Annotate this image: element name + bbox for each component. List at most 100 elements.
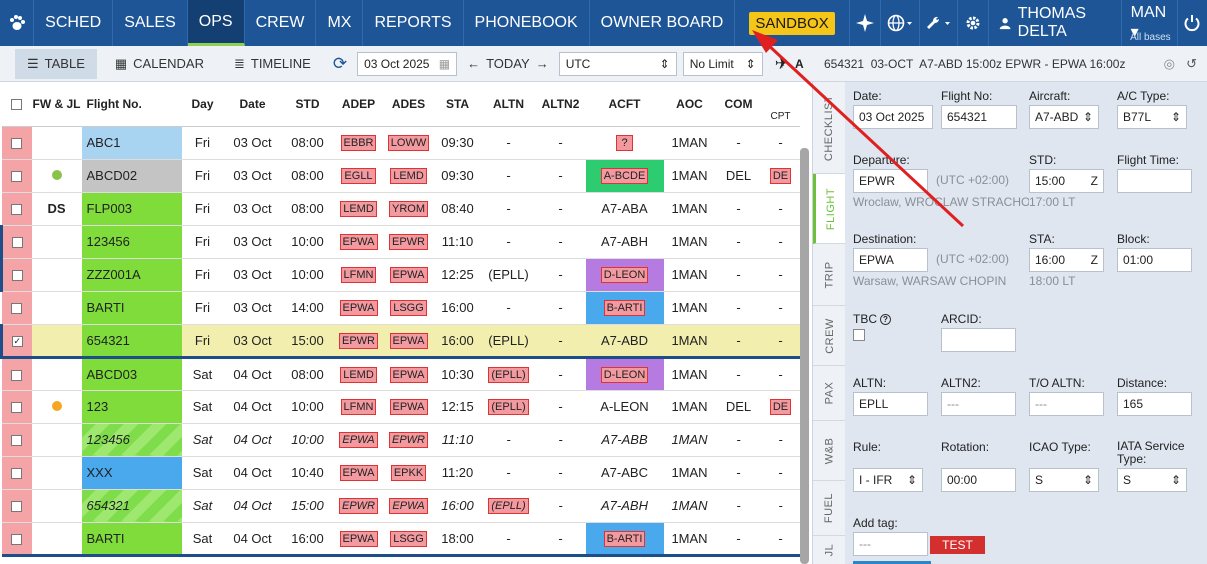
col-flight-no[interactable]: Flight No. <box>81 82 182 127</box>
altn-tag[interactable]: (EPLL) <box>488 498 529 514</box>
col-day[interactable]: Day <box>181 82 224 127</box>
cpt-tag[interactable]: DE <box>769 168 792 184</box>
sparkle-icon[interactable] <box>850 0 881 46</box>
row-checkbox[interactable] <box>1 159 32 193</box>
icao-select[interactable]: S ⇕ <box>1029 468 1099 492</box>
flight-no-cell[interactable]: 123456 <box>81 423 182 457</box>
nav-mx[interactable]: MX <box>316 0 364 46</box>
tab-pax[interactable]: PAX <box>813 366 846 421</box>
row-checkbox[interactable] <box>0 258 32 292</box>
nav-ops[interactable]: OPS <box>187 0 245 46</box>
tab-calendar[interactable]: ▦ CALENDAR <box>103 49 216 79</box>
acft-tag[interactable]: B-ARTI <box>603 300 646 316</box>
ades-tag[interactable]: EPKK <box>390 465 427 481</box>
flight-no-cell[interactable]: 654321 <box>81 489 182 523</box>
ades-tag[interactable]: EPWA <box>389 498 428 514</box>
timezone-select[interactable]: UTC ⇕ <box>558 51 677 76</box>
base-selector[interactable]: MAN ▾ All bases <box>1122 0 1178 46</box>
user-menu[interactable]: THOMAS DELTA <box>989 0 1122 46</box>
toaltn-field[interactable]: --- <box>1029 392 1104 416</box>
row-checkbox[interactable] <box>1 126 32 160</box>
nav-sched[interactable]: SCHED <box>34 0 114 46</box>
std-field[interactable]: 15:00 Z <box>1029 169 1104 193</box>
nav-phonebook[interactable]: PHONEBOOK <box>464 0 590 46</box>
paw-logo-icon[interactable] <box>0 0 35 46</box>
adep-tag[interactable]: EPWA <box>339 465 378 481</box>
acft-cell[interactable]: A7-ABA <box>585 192 664 226</box>
row-checkbox[interactable] <box>0 225 32 259</box>
departure-field[interactable]: EPWR <box>853 169 928 193</box>
col-acft[interactable]: ACFT <box>585 82 664 127</box>
ades-tag[interactable]: EPWR <box>389 432 428 448</box>
cpt-tag[interactable]: DE <box>769 399 792 415</box>
flightno-field[interactable]: 654321 <box>941 105 1017 129</box>
acft-cell[interactable]: A7-ABH <box>585 225 664 259</box>
flight-no-cell[interactable]: BARTI <box>81 291 182 325</box>
flight-no-cell[interactable]: 654321 <box>81 324 182 359</box>
ades-tag[interactable]: EPWA <box>389 267 428 283</box>
tab-crew[interactable]: CREW <box>813 306 846 366</box>
acft-tag[interactable]: A-BCDE <box>600 168 649 184</box>
sta-field[interactable]: 16:00 Z <box>1029 248 1104 272</box>
acft-cell[interactable]: A7-ABH <box>585 489 664 523</box>
table-row[interactable]: DS FLP003 Fri 03 Oct 08:00 LEMD YROM 08:… <box>1 192 800 226</box>
acft-cell[interactable]: A7-ABB <box>585 423 664 457</box>
row-checkbox[interactable] <box>1 522 32 557</box>
history-icon[interactable]: ↺ <box>1186 56 1197 72</box>
rotation-field[interactable]: 00:00 <box>941 468 1016 492</box>
addtag-field[interactable]: --- <box>853 532 928 556</box>
ades-tag[interactable]: LSGG <box>390 300 427 316</box>
row-checkbox[interactable] <box>1 456 32 490</box>
actype-select[interactable]: B77L ⇕ <box>1117 105 1187 129</box>
flight-no-cell[interactable]: 123 <box>81 390 182 424</box>
nav-reports[interactable]: REPORTS <box>363 0 464 46</box>
row-checkbox[interactable] <box>1 192 32 226</box>
acft-cell[interactable]: A-LEON <box>585 390 664 424</box>
tab-trip[interactable]: TRIP <box>813 244 846 306</box>
gear-icon[interactable] <box>958 0 990 46</box>
row-checkbox[interactable] <box>1 489 32 523</box>
table-row[interactable]: ABC1 Fri 03 Oct 08:00 EBBR LOWW 09:30 - … <box>1 126 800 160</box>
nav-owner-board[interactable]: OWNER BOARD <box>590 0 736 46</box>
table-row[interactable]: 654321 Sat 04 Oct 15:00 EPWR EPWA 16:00 … <box>1 489 800 523</box>
adep-tag[interactable]: EBBR <box>340 135 377 151</box>
nav-crew[interactable]: CREW <box>245 0 317 46</box>
table-row[interactable]: ZZZ001A Fri 03 Oct 10:00 LFMN EPWA 12:25… <box>0 258 800 292</box>
flight-no-cell[interactable]: 123456 <box>81 225 182 259</box>
acft-tag[interactable]: B-ARTI <box>603 530 646 547</box>
power-icon[interactable] <box>1178 0 1207 46</box>
date-field[interactable]: 03 Oct 2025 <box>853 105 933 129</box>
tab-fuel[interactable]: FUEL <box>813 481 846 536</box>
date-picker[interactable]: 03 Oct 2025 ▦ <box>357 51 458 76</box>
flighttime-field[interactable] <box>1117 169 1192 193</box>
select-all-checkbox[interactable] <box>1 82 32 127</box>
col-com[interactable]: COM <box>715 82 762 127</box>
tab-table[interactable]: ☰ TABLE <box>15 48 97 79</box>
flight-no-cell[interactable]: BARTI <box>81 522 182 557</box>
col-sta[interactable]: STA <box>433 82 482 127</box>
adep-tag[interactable]: EPWA <box>339 234 378 250</box>
table-row[interactable]: 123456 Fri 03 Oct 10:00 EPWA EPWR 11:10 … <box>0 225 800 259</box>
col-altn[interactable]: ALTN <box>481 82 536 127</box>
destination-field[interactable]: EPWA <box>853 248 928 272</box>
table-scrollbar[interactable] <box>800 148 809 564</box>
adep-tag[interactable]: LEMD <box>340 366 377 383</box>
aircraft-select[interactable]: A7-ABD ⇕ <box>1029 105 1099 129</box>
wrench-icon[interactable] <box>920 0 959 46</box>
plane-icon[interactable]: ✈ <box>775 54 789 74</box>
acft-cell[interactable]: A7-ABD <box>585 324 664 359</box>
adep-tag[interactable]: LEMD <box>340 201 377 217</box>
ades-tag[interactable]: EPWA <box>389 332 428 349</box>
refresh-icon[interactable]: ⟳ <box>333 54 347 74</box>
flight-no-cell[interactable]: FLP003 <box>81 192 182 226</box>
acft-cell[interactable]: A7-ABC <box>585 456 664 490</box>
ades-tag[interactable]: EPWA <box>389 399 428 415</box>
altn2-field[interactable]: --- <box>941 392 1016 416</box>
row-checkbox[interactable] <box>1 291 32 325</box>
table-row[interactable]: XXX Sat 04 Oct 10:40 EPWA EPKK 11:20 - -… <box>1 456 800 490</box>
distance-field[interactable]: 165 <box>1117 392 1192 416</box>
ades-tag[interactable]: LOWW <box>387 135 430 151</box>
tab-timeline[interactable]: ≣ TIMELINE <box>222 49 323 79</box>
block-field[interactable]: 01:00 <box>1117 248 1192 272</box>
row-checkbox[interactable] <box>1 423 32 457</box>
